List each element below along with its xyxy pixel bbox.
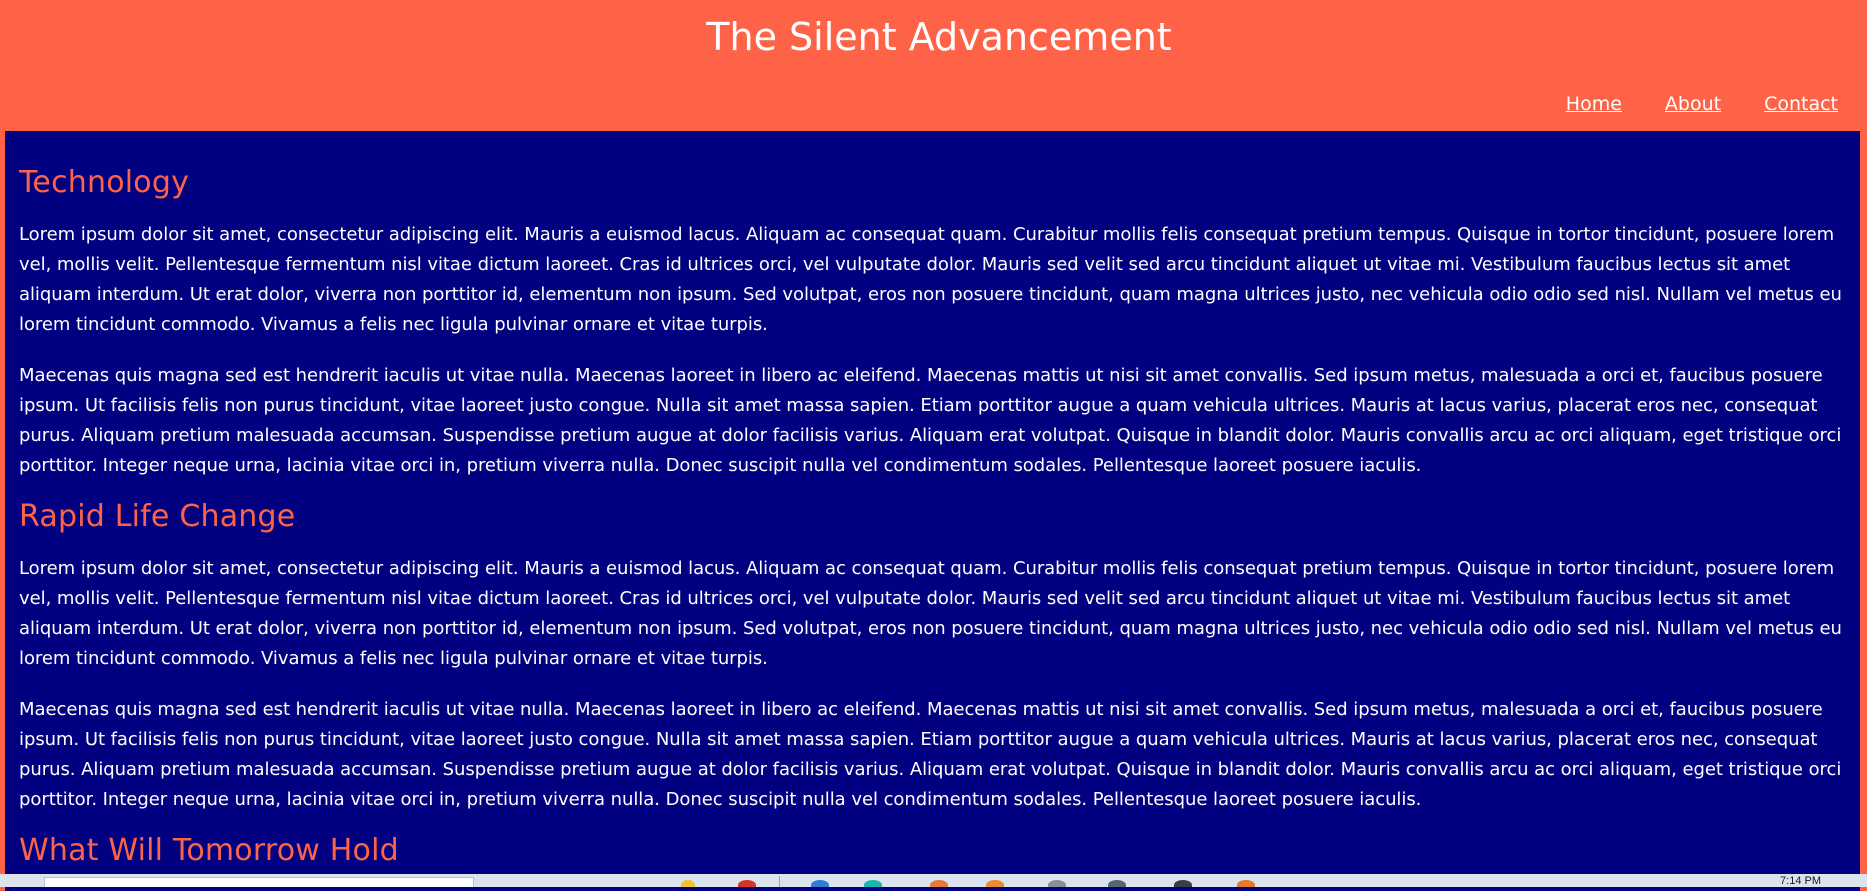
nav-link-home[interactable]: Home [1566,92,1622,116]
section-paragraph: Lorem ipsum dolor sit amet, consectetur … [19,558,1842,669]
section-technology: Technology Lorem ipsum dolor sit amet, c… [19,165,1846,481]
app-orange-icon[interactable] [930,880,948,887]
taskbar-search-box[interactable] [44,877,474,887]
site-header: The Silent Advancement Home About Contac… [0,0,1867,131]
main-content: Technology Lorem ipsum dolor sit amet, c… [5,131,1860,891]
nav-link-about[interactable]: About [1665,92,1721,116]
app-red-icon[interactable] [738,880,756,887]
section-rapid-life-change: Rapid Life Change Lorem ipsum dolor sit … [19,499,1846,815]
app-amber-icon[interactable] [1237,880,1255,887]
folder-icon[interactable] [811,880,829,887]
section-heading: What Will Tomorrow Hold [19,833,399,868]
section-heading: Rapid Life Change [19,499,296,534]
browser-icon[interactable] [986,880,1004,887]
star-icon[interactable] [681,880,695,887]
nav-link-contact[interactable]: Contact [1764,92,1838,116]
section-paragraph: Lorem ipsum dolor sit amet, consectetur … [19,224,1842,335]
section-what-will-tomorrow-hold: What Will Tomorrow Hold [19,833,1846,869]
section-paragraph: Maecenas quis magna sed est hendrerit ia… [19,699,1842,810]
taskbar: 7:14 PM [0,874,1867,887]
app-teal-icon[interactable] [864,880,882,887]
section-heading: Technology [19,165,190,200]
taskbar-clock[interactable]: 7:14 PM [1780,875,1821,887]
section-paragraph: Maecenas quis magna sed est hendrerit ia… [19,365,1842,476]
main-nav: Home About Contact [1523,92,1838,116]
mail-icon[interactable] [1108,880,1126,887]
terminal-icon[interactable] [1174,880,1192,887]
settings-icon[interactable] [1048,880,1066,887]
taskbar-separator [779,876,780,887]
site-title: The Silent Advancement [706,15,1172,59]
